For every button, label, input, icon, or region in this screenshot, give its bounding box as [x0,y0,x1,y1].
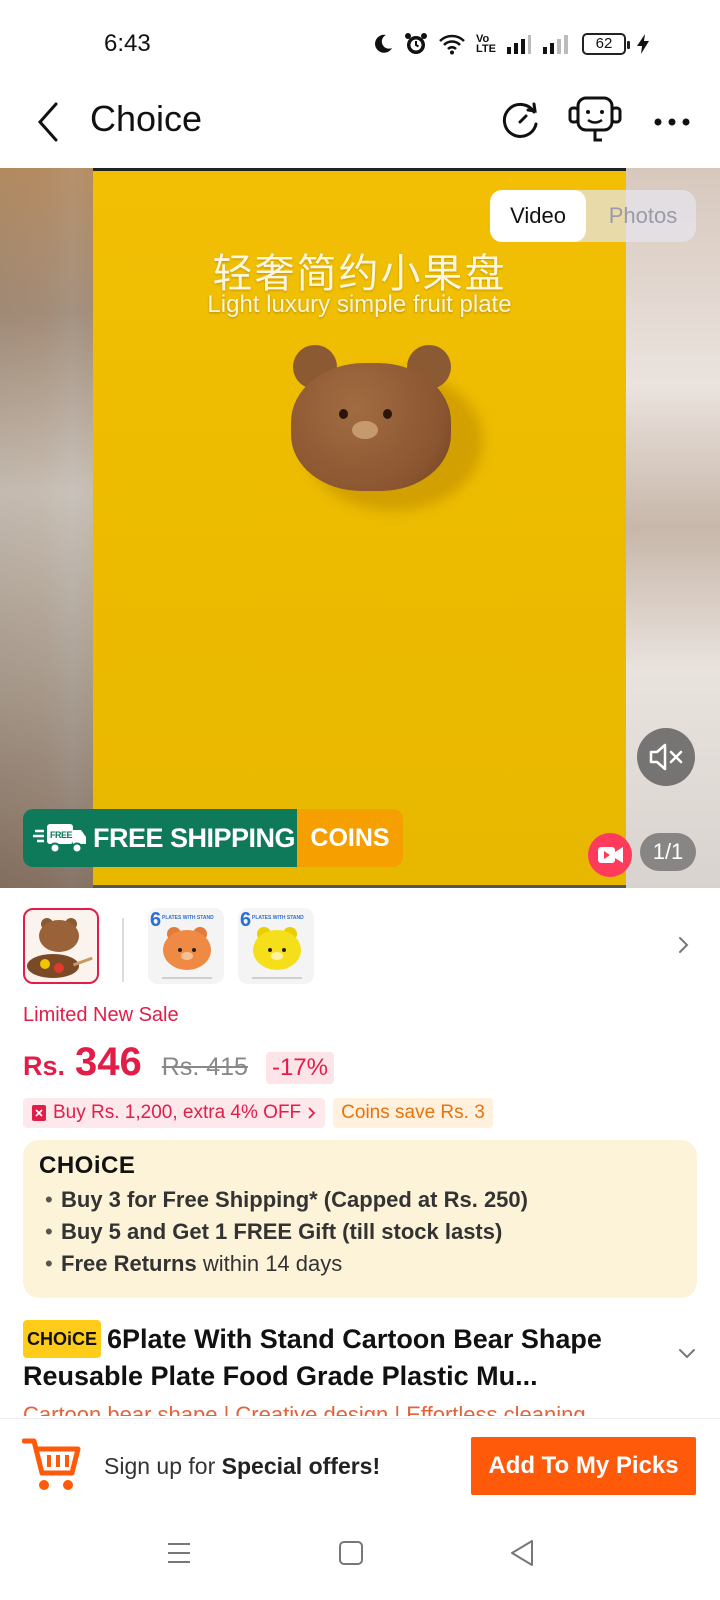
choice-benefits-box[interactable]: CHOiCE • Buy 3 for Free Shipping* (Capped… [23,1140,697,1298]
add-to-picks-button[interactable]: Add To My Picks [471,1437,696,1495]
battery-indicator: 62 [582,33,630,55]
status-icons: Vo LTE 62 [372,32,650,56]
thumb-bear-plate-photo[interactable] [23,908,99,984]
benefit-free-returns: • Free Returns within 14 days [45,1251,343,1276]
customer-support-icon[interactable] [566,94,622,148]
benefit-free-gift: • Buy 5 and Get 1 FREE Gift (till stock l… [45,1219,503,1244]
thumbnail-strip: 6 PLATES WITH STAND 6 PLATES WITH STAND [0,908,720,988]
more-options-icon[interactable] [650,102,694,142]
thumb-orange-plate[interactable]: 6 PLATES WITH STAND [148,908,224,984]
media-counter: 1/1 [640,833,696,871]
video-camera-button[interactable] [588,833,632,877]
choice-logo: CHOiCE [39,1152,136,1179]
video-camera-icon [598,847,623,863]
back-triangle-icon[interactable] [508,1538,536,1568]
volte-indicator: Vo LTE [476,33,496,55]
delivery-truck-icon: FREE [33,824,86,854]
thumbnail-image: 6 PLATES WITH STAND [240,909,304,979]
price-currency: Rs. [23,1051,66,1081]
wifi-icon [439,34,465,55]
svg-text:6: 6 [240,909,251,931]
media-type-toggle: Video Photos [490,190,696,242]
coins-save-promo: Coins save Rs. 3 [333,1098,493,1128]
refresh-icon[interactable] [496,98,544,146]
coupon-icon [32,1105,46,1121]
home-icon[interactable] [338,1540,364,1566]
photos-tab[interactable]: Photos [590,190,696,242]
shopping-cart-icon[interactable] [22,1435,82,1493]
bear-plate-image [283,341,483,511]
free-shipping-label: FREE SHIPPING [93,822,296,853]
status-bar: 6:43 Vo LTE 62 [0,0,720,80]
product-title[interactable]: CHOiCE 6Plate With Stand Cartoon Bear Sha… [23,1320,671,1394]
coins-label: COINS [297,809,403,867]
speaker-muted-icon [649,743,683,771]
thumbnail-image [27,918,93,978]
svg-text:PLATES WITH STAND: PLATES WITH STAND [252,915,304,921]
video-caption-english: Light luxury simple fruit plate [207,291,512,318]
chevron-down-icon[interactable] [676,1346,698,1360]
media-blur-left [0,168,93,888]
mute-button[interactable] [637,728,695,786]
product-video[interactable]: 轻奢简约小果盘 Light luxury simple fruit plate [93,168,626,888]
system-navigation-bar [0,1528,720,1600]
back-arrow-icon[interactable] [28,98,68,146]
bottom-action-bar: Sign up for Special offers! Add To My Pi… [0,1418,720,1528]
product-title-text: 6Plate With Stand Cartoon Bear Shape Reu… [23,1324,602,1391]
price-row: Rs. 346 Rs. 415 -17% [23,1040,334,1090]
svg-text:6: 6 [150,909,161,931]
thumbnail-divider [122,918,124,982]
free-shipping-label-box: FREE FREE SHIPPING [23,809,297,867]
video-tab[interactable]: Video [490,190,586,242]
limited-sale-label: Limited New Sale [23,1004,179,1026]
status-time: 6:43 [104,30,151,57]
benefit-free-shipping: • Buy 3 for Free Shipping* (Capped at Rs.… [45,1187,528,1212]
signal-icon-2 [543,35,568,54]
discount-badge: -17% [265,1052,334,1084]
signal-icon [507,35,531,54]
charging-bolt-icon [637,34,649,54]
recent-apps-icon[interactable] [166,1540,192,1566]
extra-off-promo[interactable]: Buy Rs. 1,200, extra 4% OFF [23,1098,326,1128]
original-price: Rs. 415 [161,1053,248,1081]
feature-tags: Cartoon bear shape | Creative design | E… [23,1402,586,1416]
alarm-icon [405,33,428,54]
top-app-bar: Choice [0,80,720,168]
extra-off-text: Buy Rs. 1,200, extra 4% OFF [53,1102,302,1123]
price-value: 346 [75,1040,142,1084]
free-shipping-coins-banner: FREE FREE SHIPPING COINS [23,809,403,867]
page-title: Choice [90,98,203,139]
promo-row: Buy Rs. 1,200, extra 4% OFF Coins save R… [23,1098,493,1128]
svg-text:FREE: FREE [50,830,73,840]
svg-text:PLATES WITH STAND: PLATES WITH STAND [162,915,214,921]
signup-offer-text[interactable]: Sign up for Special offers! [104,1453,380,1480]
thumb-yellow-plate[interactable]: 6 PLATES WITH STAND [238,908,314,984]
chevron-right-small-icon [308,1107,316,1119]
do-not-disturb-moon-icon [375,34,393,53]
chevron-right-icon[interactable] [672,928,696,962]
product-media-viewer[interactable]: 轻奢简约小果盘 Light luxury simple fruit plate … [0,168,720,888]
thumbnail-image: 6 PLATES WITH STAND [150,909,214,979]
choice-badge: CHOiCE [23,1320,102,1358]
